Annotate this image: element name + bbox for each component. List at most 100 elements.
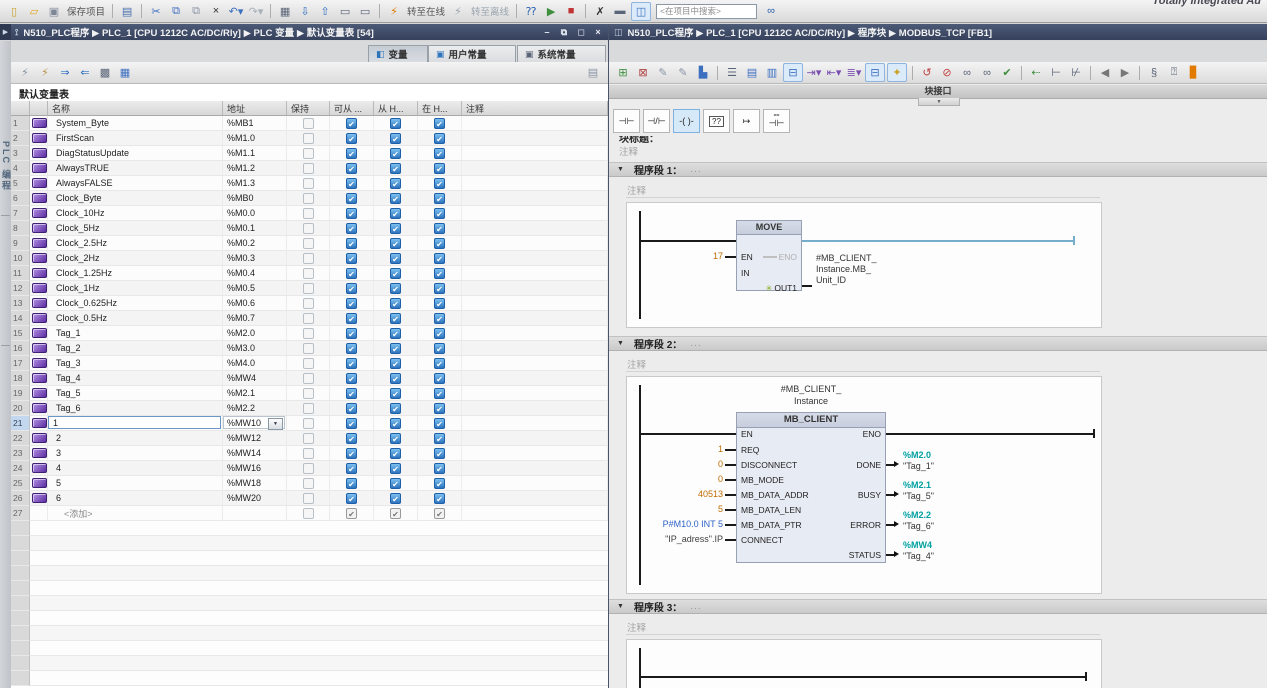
accessible-checkbox[interactable]: ✔ (346, 493, 357, 504)
tag-address-cell[interactable]: %M0.2 (223, 236, 287, 251)
comment-cell[interactable] (462, 416, 608, 431)
writable-checkbox[interactable]: ✔ (390, 178, 401, 189)
writable-checkbox[interactable]: ✔ (390, 418, 401, 429)
retain-checkbox[interactable] (303, 418, 314, 429)
insert-row-icon[interactable]: ⚡ (16, 64, 34, 81)
tag-address-cell[interactable]: %M2.2 (223, 401, 287, 416)
comment-cell[interactable] (462, 251, 608, 266)
writable-checkbox[interactable]: ✔ (390, 433, 401, 444)
tag-address-cell[interactable]: %M1.1 (223, 146, 287, 161)
minimize-button[interactable]: – (540, 26, 554, 38)
start-runtime-icon[interactable]: ▶ (542, 3, 560, 20)
accessible-checkbox[interactable]: ✔ (346, 358, 357, 369)
tag-address-cell[interactable]: %M4.0 (223, 356, 287, 371)
start-cpu-icon[interactable]: ▭ (336, 3, 354, 20)
tag-name-cell[interactable]: Tag_3 (48, 356, 223, 371)
input-operand-connect[interactable]: "IP_adress".IP (627, 534, 723, 545)
save-project-label[interactable]: 保存项目 (67, 4, 105, 18)
comment-cell[interactable] (462, 236, 608, 251)
retain-checkbox[interactable] (303, 328, 314, 339)
accessible-checkbox[interactable]: ✔ (346, 418, 357, 429)
tag-name-cell[interactable]: System_Byte (48, 116, 223, 131)
visible-checkbox[interactable]: ✔ (434, 463, 445, 474)
writable-checkbox[interactable]: ✔ (390, 448, 401, 459)
retain-checkbox[interactable] (303, 463, 314, 474)
accessible-checkbox[interactable]: ✔ (346, 118, 357, 129)
comment-cell[interactable] (462, 281, 608, 296)
move-out-operand[interactable]: #MB_CLIENT_ Instance.MB_ Unit_ID (816, 253, 877, 286)
accessible-checkbox[interactable]: ✔ (346, 208, 357, 219)
visible-checkbox[interactable]: ✔ (434, 343, 445, 354)
visible-checkbox[interactable]: ✔ (434, 508, 445, 519)
tag-name-cell[interactable]: <添加> (48, 506, 223, 521)
accessible-checkbox[interactable]: ✔ (346, 298, 357, 309)
accessible-checkbox[interactable]: ✔ (346, 238, 357, 249)
download-to-device-icon[interactable]: ⇩ (296, 3, 314, 20)
pin-eno[interactable]: ENO (863, 429, 881, 439)
tag-address-cell[interactable]: %M0.0 (223, 206, 287, 221)
table-row[interactable]: 11Clock_1.25Hz%M0.4✔✔✔ (11, 266, 608, 281)
tag-name-cell[interactable]: Clock_0.625Hz (48, 296, 223, 311)
pin-busy[interactable]: BUSY (858, 490, 881, 500)
comment-cell[interactable] (462, 371, 608, 386)
tab-user-constants[interactable]: ▣用户常量 (428, 45, 516, 62)
row-number-cell[interactable]: 20 (11, 401, 30, 416)
visible-checkbox[interactable]: ✔ (434, 223, 445, 234)
column-header[interactable]: 可从 ... (330, 101, 374, 116)
pin-disconnect[interactable]: DISCONNECT (741, 460, 797, 470)
tag-address-cell[interactable]: %MW14 (223, 446, 287, 461)
accessible-checkbox[interactable]: ✔ (346, 313, 357, 324)
retain-checkbox[interactable] (303, 493, 314, 504)
pin-out1[interactable]: ✳OUT1 (766, 283, 797, 294)
favorites-toggle-icon[interactable]: ✦ (887, 63, 907, 82)
import-icon[interactable]: ⇒ (56, 64, 74, 81)
table-row[interactable]: 5AlwaysFALSE%M1.3✔✔✔ (11, 176, 608, 191)
accessible-checkbox[interactable]: ✔ (346, 433, 357, 444)
comment-cell[interactable] (462, 221, 608, 236)
float-button[interactable]: ⧉ (557, 26, 571, 38)
upload-from-device-icon[interactable]: ⇧ (316, 3, 334, 20)
tag-address-cell[interactable]: %MW12 (223, 431, 287, 446)
network-3-header[interactable]: ▼ 程序段 3： ... (609, 599, 1267, 614)
pin-error[interactable]: ERROR (850, 520, 881, 530)
row-number-cell[interactable]: 21 (11, 416, 30, 431)
tag-address-cell[interactable]: %M1.2 (223, 161, 287, 176)
tag-name-cell[interactable]: Tag_6 (48, 401, 223, 416)
table-row[interactable]: 233%MW14✔✔✔ (11, 446, 608, 461)
writable-checkbox[interactable]: ✔ (390, 358, 401, 369)
delete-network-icon[interactable]: ⊠ (634, 64, 652, 81)
accessible-checkbox[interactable]: ✔ (346, 193, 357, 204)
tag-name-edit-input[interactable]: 1 (48, 416, 221, 429)
table-row[interactable]: 20Tag_6%M2.2✔✔✔ (11, 401, 608, 416)
rename-icon[interactable]: ✎ (654, 64, 672, 81)
writable-checkbox[interactable]: ✔ (390, 328, 401, 339)
favorite-nc-contact[interactable]: ⊣/⊢ (643, 109, 670, 133)
column-header[interactable]: 保持 (287, 101, 330, 116)
address-dropdown-button[interactable]: ▼ (268, 418, 283, 430)
pin-mb_data_ptr[interactable]: MB_DATA_PTR (741, 520, 802, 530)
collapse-arrow-icon[interactable]: ▼ (617, 166, 624, 173)
visible-checkbox[interactable]: ✔ (434, 268, 445, 279)
consistency-check-icon[interactable]: ✔ (998, 64, 1016, 81)
table-row[interactable]: 8Clock_5Hz%M0.1✔✔✔ (11, 221, 608, 236)
close-button[interactable]: × (591, 26, 605, 38)
favorite-compare[interactable]: ==⊣⊢ (763, 109, 790, 133)
visible-checkbox[interactable]: ✔ (434, 238, 445, 249)
new-project-icon[interactable]: ▯ (5, 3, 23, 20)
table-row[interactable]: 15Tag_1%M2.0✔✔✔ (11, 326, 608, 341)
comment-cell[interactable] (462, 311, 608, 326)
expand-project-tree-arrow[interactable]: ▶ (0, 24, 11, 40)
tag-address-cell[interactable]: %M0.5 (223, 281, 287, 296)
output-tag-busy[interactable]: "Tag_5" (903, 491, 934, 502)
mb-client-block[interactable]: MB_CLIENT ENENOREQDISCONNECTMB_MODEMB_DA… (736, 412, 886, 563)
search-binoculars-icon[interactable]: ∞ (762, 3, 780, 20)
visible-checkbox[interactable]: ✔ (434, 313, 445, 324)
pin-in[interactable]: IN (741, 268, 750, 278)
writable-checkbox[interactable]: ✔ (390, 463, 401, 474)
network-comments-toggle-icon[interactable]: ⊟ (783, 63, 803, 82)
retain-checkbox[interactable] (303, 268, 314, 279)
tag-name-cell[interactable]: Clock_0.5Hz (48, 311, 223, 326)
row-number-cell[interactable]: 14 (11, 311, 30, 326)
block-interface-bar[interactable]: 块接口 (609, 85, 1267, 99)
writable-checkbox[interactable]: ✔ (390, 118, 401, 129)
